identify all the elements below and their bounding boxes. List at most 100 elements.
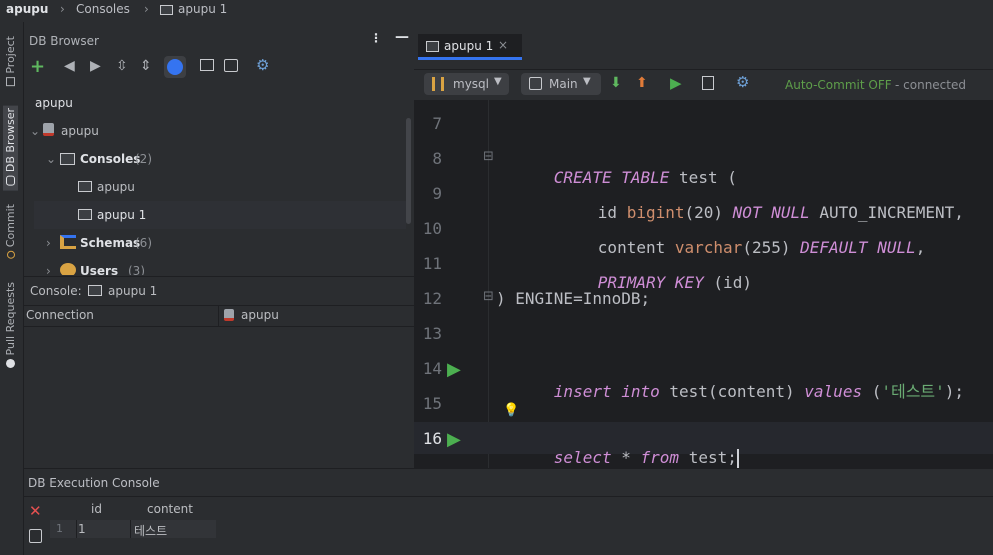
- commit-icon[interactable]: ⬇: [610, 75, 622, 91]
- keyword: select: [553, 448, 612, 467]
- connection-selector[interactable]: apupu: [35, 96, 73, 110]
- database-icon: [43, 123, 54, 136]
- tree-node-consoles[interactable]: ⌄ Consoles (2): [34, 145, 406, 173]
- commit-icon: [7, 250, 15, 259]
- tree-node-console[interactable]: apupu: [34, 173, 406, 201]
- line-number: 12: [422, 289, 442, 308]
- line-number: 7: [432, 114, 442, 133]
- table-row[interactable]: 1 1 테스트: [50, 520, 216, 538]
- line-number: 14: [422, 359, 442, 378]
- result-table-header: id content: [50, 500, 216, 520]
- cell-divider: [130, 520, 131, 538]
- breadcrumb: apupu › Consoles › apupu 1: [0, 0, 993, 22]
- forward-icon[interactable]: ▶: [90, 58, 101, 74]
- tree-node-label: apupu 1: [97, 208, 147, 222]
- chevron-right-icon: ›: [60, 2, 65, 16]
- fold-icon[interactable]: ⊟: [483, 289, 494, 304]
- breadcrumb-consoles[interactable]: Consoles: [76, 2, 130, 16]
- divider: [24, 276, 414, 277]
- close-result-icon[interactable]: ✕: [29, 502, 42, 520]
- dropdown-icon: ▼: [494, 76, 502, 87]
- column-divider: [218, 305, 219, 327]
- consoles-icon: [60, 153, 75, 165]
- tab-apupu-1[interactable]: apupu 1 ×: [418, 34, 522, 60]
- filter-button[interactable]: [164, 56, 186, 78]
- column-header-content[interactable]: content: [147, 502, 193, 516]
- punctuation: );: [944, 382, 965, 401]
- back-icon[interactable]: ◀: [64, 58, 75, 74]
- console-label: Console:: [30, 284, 82, 298]
- tree-node-count: (3): [128, 264, 145, 275]
- db-browser-toolbar: + ◀ ▶ ⇳ ⇕ ⚙: [24, 56, 414, 80]
- divider: [24, 496, 993, 497]
- line-number: 15: [422, 394, 442, 413]
- settings-icon[interactable]: ⚙: [256, 56, 269, 74]
- tab-project-label: Project: [4, 36, 17, 74]
- console-icon: [78, 209, 92, 220]
- identifier: test;: [688, 448, 737, 467]
- tree-node-schemas[interactable]: › Schemas (6): [34, 229, 406, 257]
- line-number: 8: [432, 149, 442, 168]
- editor-tab-bar: apupu 1 ×: [414, 22, 993, 70]
- identifier: test(content): [669, 382, 795, 401]
- chevron-right-icon: ›: [46, 236, 51, 250]
- tab-db-browser[interactable]: DB Browser: [3, 106, 18, 191]
- run-icon[interactable]: ▶: [670, 74, 682, 92]
- tree-node-console-selected[interactable]: apupu 1: [34, 201, 406, 229]
- database-icon: [6, 175, 16, 186]
- tab-db-browser-label: DB Browser: [4, 108, 17, 173]
- rollback-icon[interactable]: ⬆: [636, 75, 648, 91]
- line-number: 9: [432, 184, 442, 203]
- code-line-14: insert into test(content) values ('테스트')…: [496, 359, 964, 421]
- divider: [24, 305, 414, 306]
- line-number: 13: [422, 324, 442, 343]
- add-icon[interactable]: +: [30, 56, 45, 77]
- result-settings-icon[interactable]: [29, 529, 42, 543]
- keyword: DEFAULT: [800, 238, 868, 257]
- more-options-icon[interactable]: ⋮: [370, 31, 382, 45]
- identifier: (id): [713, 273, 752, 292]
- tree-node-users[interactable]: › Users (3): [34, 257, 406, 275]
- operator: *: [621, 448, 631, 467]
- keyword: KEY: [674, 273, 704, 292]
- chevron-right-icon: ›: [46, 264, 51, 275]
- breadcrumb-root[interactable]: apupu: [6, 2, 48, 16]
- tree-node-label: Users: [80, 264, 119, 275]
- cell-divider: [76, 520, 77, 538]
- cell-id: 1: [78, 522, 86, 536]
- chevron-down-icon: ⌄: [30, 124, 41, 138]
- code-editor[interactable]: 7 8 9 10 11 12 13 14 15 16 ▶ ▶ ⊟ ⊟ 💡 CRE…: [414, 100, 993, 469]
- collapse-all-icon[interactable]: ⇕: [140, 58, 152, 74]
- close-icon[interactable]: ×: [498, 38, 508, 52]
- console-icon: [88, 285, 102, 296]
- minimize-icon[interactable]: —: [395, 29, 409, 45]
- tree-scrollbar[interactable]: [406, 118, 411, 224]
- execution-console-panel: DB Execution Console ✕ id content 1 1 테스…: [24, 468, 993, 555]
- tab-commit-label: Commit: [4, 204, 17, 248]
- expand-all-icon[interactable]: ⇳: [116, 58, 128, 74]
- console-title: DB Execution Console: [28, 476, 160, 490]
- run-statement-icon[interactable]: ▶: [447, 429, 461, 450]
- open-console-icon[interactable]: [200, 59, 214, 71]
- run-explain-icon[interactable]: [702, 76, 714, 90]
- tool-window-stripe: Project DB Browser Commit Pull Requests: [0, 22, 24, 555]
- folder-icon: [6, 77, 16, 87]
- schema-selector[interactable]: Main ▼: [521, 73, 601, 95]
- tree-node-label: apupu: [97, 180, 135, 194]
- tree-node-connection[interactable]: ⌄ apupu: [30, 117, 406, 145]
- dialect-selector[interactable]: mysql ▼: [424, 73, 509, 95]
- tab-commit[interactable]: Commit: [4, 204, 17, 262]
- tab-pull-requests[interactable]: Pull Requests: [4, 282, 17, 371]
- users-icon: [60, 263, 76, 275]
- session-browser-icon[interactable]: [224, 59, 238, 72]
- properties-connection-value: apupu: [241, 308, 279, 322]
- filter-icon: [167, 59, 183, 75]
- run-statement-icon[interactable]: ▶: [447, 359, 461, 380]
- tab-project[interactable]: Project: [4, 36, 17, 89]
- column-header-id[interactable]: id: [91, 502, 102, 516]
- line-number: 11: [422, 254, 442, 273]
- settings-icon[interactable]: ⚙: [736, 73, 749, 91]
- breadcrumb-console[interactable]: apupu 1: [178, 2, 227, 16]
- fold-icon[interactable]: ⊟: [483, 149, 494, 164]
- tree-node-label: Consoles: [80, 152, 141, 166]
